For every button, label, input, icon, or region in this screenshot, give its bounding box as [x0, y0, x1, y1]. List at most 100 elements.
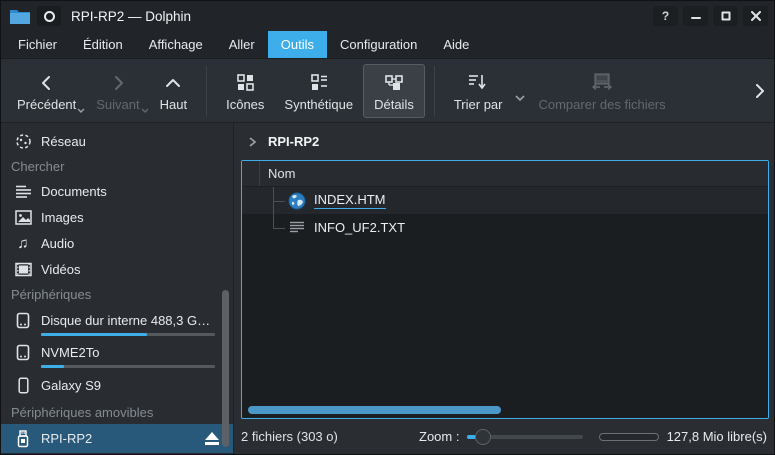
chevron-down-icon[interactable]: [514, 94, 526, 102]
sidebar-item-label: RPI-RP2: [41, 431, 92, 446]
compare-files-label: Comparer des fichiers: [538, 97, 665, 112]
file-row[interactable]: INDEX.HTM: [242, 187, 768, 214]
window-controls: ?: [653, 6, 768, 26]
file-row[interactable]: INFO_UF2.TXT: [242, 214, 768, 241]
app-icon: [44, 11, 55, 22]
sidebar-item-disque-dur[interactable]: Disque dur interne 488,3 G…: [1, 306, 233, 338]
breadcrumb[interactable]: RPI-RP2: [234, 123, 774, 160]
close-icon: [751, 11, 761, 21]
eject-icon: [205, 432, 219, 440]
view-compact-label: Synthétique: [284, 97, 353, 112]
sidebar-item-reseau[interactable]: Réseau: [1, 128, 233, 154]
back-button[interactable]: Précédent: [7, 65, 86, 117]
menu-configuration[interactable]: Configuration: [327, 31, 430, 58]
toolbar-separator: [206, 66, 207, 116]
maximize-icon: [721, 11, 731, 21]
globe-icon: [288, 192, 306, 210]
compare-files-button[interactable]: Comparer des fichiers: [528, 65, 675, 117]
menubar: Fichier Édition Affichage Aller Outils C…: [1, 31, 774, 59]
chevron-right-icon: [109, 70, 127, 92]
icons-view-icon: [235, 70, 255, 92]
sort-group: Trier par: [444, 65, 529, 117]
app-menu-button[interactable]: [37, 6, 61, 26]
menu-aide[interactable]: Aide: [430, 31, 482, 58]
hard-drive-icon: [14, 312, 32, 329]
disk-usage-bar: [41, 365, 215, 368]
zoom-slider-handle[interactable]: [475, 429, 491, 445]
main-panel: RPI-RP2 Nom: [234, 123, 774, 454]
zoom-slider-fill: [467, 435, 476, 439]
eject-button[interactable]: [205, 432, 219, 445]
menu-aller[interactable]: Aller: [216, 31, 268, 58]
audio-icon: ♫: [14, 236, 32, 251]
sidebar-item-nvme2to[interactable]: NVME2To: [1, 338, 233, 370]
disk-usage-fill: [41, 333, 147, 336]
sort-button[interactable]: Trier par: [444, 65, 513, 117]
minimize-icon: [691, 11, 701, 21]
sidebar-scrollbar[interactable]: [222, 290, 229, 447]
menu-fichier[interactable]: Fichier: [5, 31, 70, 58]
close-button[interactable]: [743, 6, 768, 26]
compact-view-icon: [309, 70, 329, 92]
forward-label: Suivant: [96, 97, 139, 112]
hard-drive-icon: [14, 344, 32, 361]
menu-edition[interactable]: Édition: [70, 31, 136, 58]
chevron-up-icon: [163, 70, 183, 92]
chevron-down-icon: [77, 108, 85, 113]
folder-view[interactable]: Nom INDEX.HTM: [241, 160, 769, 419]
column-header-nom[interactable]: Nom: [260, 166, 295, 181]
expander-column: [242, 161, 260, 186]
sidebar-item-label: Galaxy S9: [41, 378, 101, 393]
toolbar: Précédent Suivant Haut: [1, 59, 774, 123]
network-icon: [14, 133, 32, 150]
horizontal-scrollbar[interactable]: [248, 406, 501, 414]
up-button[interactable]: Haut: [150, 65, 197, 117]
forward-button[interactable]: Suivant: [86, 65, 149, 117]
tree-branch: [260, 187, 288, 214]
chevron-right-icon: [247, 136, 258, 148]
back-label: Précédent: [17, 97, 76, 112]
zoom-slider[interactable]: [467, 435, 583, 439]
sidebar-item-documents[interactable]: Documents: [1, 178, 233, 204]
compare-files-icon: [590, 70, 614, 92]
tree-branch: [260, 214, 288, 241]
view-icons-button[interactable]: Icônes: [216, 65, 274, 117]
section-header-peripheriques: Périphériques: [1, 282, 233, 306]
sidebar-item-videos[interactable]: Vidéos: [1, 256, 233, 282]
disk-usage-fill: [41, 365, 64, 368]
file-name[interactable]: INDEX.HTM: [314, 192, 386, 209]
files-summary: 2 fichiers (303 o): [241, 429, 419, 444]
menu-outils[interactable]: Outils: [268, 31, 327, 58]
sidebar-item-images[interactable]: Images: [1, 204, 233, 230]
sidebar-item-galaxy-s9[interactable]: Galaxy S9: [1, 370, 233, 400]
zoom-label: Zoom :: [419, 429, 459, 444]
sidebar-item-audio[interactable]: ♫ Audio: [1, 230, 233, 256]
menu-affichage[interactable]: Affichage: [136, 31, 216, 58]
toolbar-overflow-chevron-icon[interactable]: [752, 82, 768, 100]
maximize-button[interactable]: [713, 6, 738, 26]
section-header-chercher: Chercher: [1, 154, 233, 178]
minimize-button[interactable]: [683, 6, 708, 26]
file-name[interactable]: INFO_UF2.TXT: [314, 220, 405, 236]
sort-icon: [467, 70, 489, 92]
sidebar-item-label: NVME2To: [41, 345, 100, 360]
view-details-label: Détails: [374, 97, 414, 112]
help-button[interactable]: ?: [653, 6, 678, 26]
column-header-row: Nom: [242, 161, 768, 187]
chevron-down-icon: [141, 108, 149, 113]
sidebar-item-rpi-rp2[interactable]: RPI-RP2: [1, 424, 233, 453]
dolphin-window: RPI-RP2 — Dolphin ? Fichier Édition Affi…: [0, 0, 775, 455]
up-label: Haut: [160, 97, 187, 112]
sidebar-item-label: Documents: [41, 184, 107, 199]
view-compact-button[interactable]: Synthétique: [274, 65, 363, 117]
sidebar-item-label: Réseau: [41, 134, 86, 149]
window-title: RPI-RP2 — Dolphin: [71, 9, 191, 24]
usb-drive-icon: [14, 430, 32, 448]
disk-usage-bar: [41, 333, 215, 336]
breadcrumb-location[interactable]: RPI-RP2: [268, 134, 319, 149]
titlebar: RPI-RP2 — Dolphin ?: [1, 1, 774, 31]
sidebar-item-label: Disque dur interne 488,3 G…: [41, 313, 210, 328]
capacity-bar: [599, 433, 659, 441]
text-file-icon: [288, 220, 306, 235]
view-details-button[interactable]: Détails: [363, 64, 425, 118]
